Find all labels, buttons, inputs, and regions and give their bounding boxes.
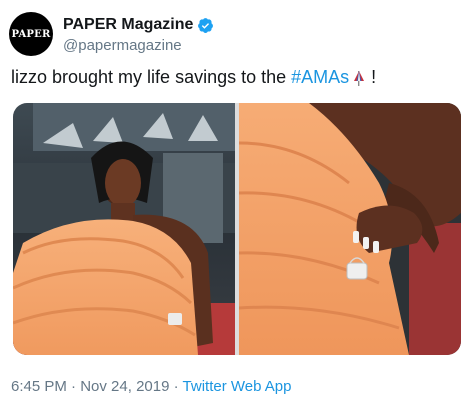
separator-dot: · [71,378,77,395]
avatar-logo-text: PAPER [11,28,51,40]
media-grid [13,103,461,355]
tweet-trailing-text: ! [371,67,377,87]
separator-dot: · [173,378,179,395]
tweet-time[interactable]: 6:45 PM [11,378,67,395]
tweet-body-text: lizzo brought my life savings to the [11,67,287,87]
tweet-text: lizzo brought my life savings to the #AM… [11,67,376,88]
display-name-row: PAPER Magazine [63,15,214,35]
flag-emoji-icon [352,69,366,87]
hashtag-link[interactable]: #AMAs [291,67,349,88]
tweet-date[interactable]: Nov 24, 2019 [80,378,169,395]
display-name[interactable]: PAPER Magazine [63,16,193,34]
tweet-timestamp: 6:45 PM · Nov 24, 2019 · Twitter Web App [11,378,291,395]
verified-badge-icon [197,17,214,34]
avatar[interactable]: PAPER [9,12,53,56]
media-photo-right[interactable] [239,103,461,355]
tweet-source-link[interactable]: Twitter Web App [183,378,292,395]
author-names: PAPER Magazine @papermagazine [63,15,214,54]
tweet-card: PAPER PAPER Magazine @papermagazine lizz… [0,0,474,405]
handle[interactable]: @papermagazine [63,37,214,54]
tweet-header: PAPER PAPER Magazine @papermagazine [9,9,459,57]
media-photo-left[interactable] [13,103,235,355]
